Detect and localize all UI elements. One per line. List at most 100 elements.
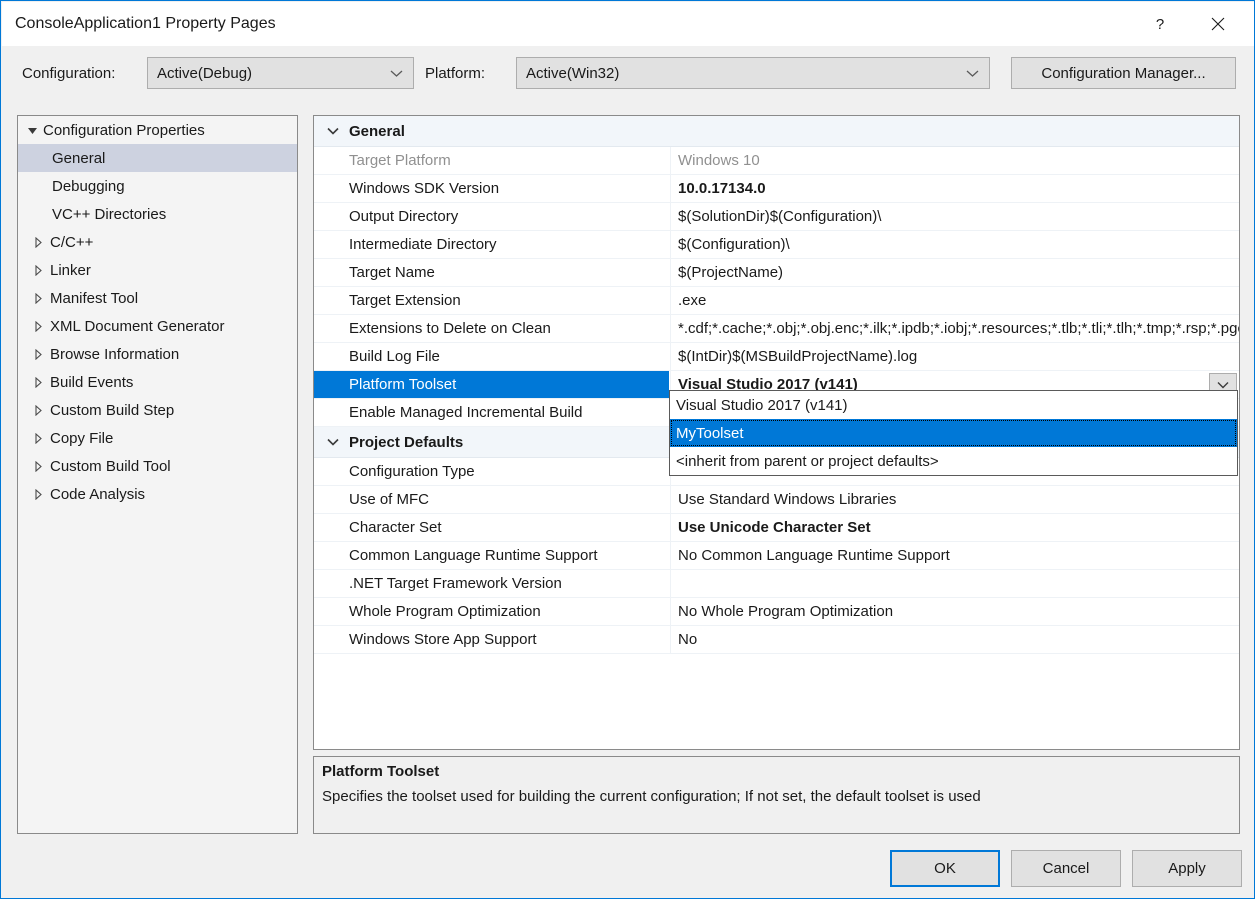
property-name: Extensions to Delete on Clean xyxy=(314,315,669,342)
triangle-down-icon[interactable] xyxy=(27,126,41,135)
property-row[interactable]: Whole Program OptimizationNo Whole Progr… xyxy=(314,598,1239,626)
property-row[interactable]: Build Log File$(IntDir)$(MSBuildProjectN… xyxy=(314,343,1239,371)
property-value[interactable] xyxy=(670,570,1239,597)
property-row[interactable]: Output Directory$(SolutionDir)$(Configur… xyxy=(314,203,1239,231)
property-value[interactable]: *.cdf;*.cache;*.obj;*.obj.enc;*.ilk;*.ip… xyxy=(670,315,1239,342)
sidebar-item-manifest-tool[interactable]: Manifest Tool xyxy=(18,284,297,312)
triangle-right-icon[interactable] xyxy=(34,349,48,360)
description-pane: Platform Toolset Specifies the toolset u… xyxy=(313,756,1240,834)
platform-value: Active(Win32) xyxy=(526,65,619,82)
ok-button[interactable]: OK xyxy=(890,850,1000,887)
chevron-down-icon[interactable] xyxy=(324,127,342,135)
property-value[interactable]: $(ProjectName) xyxy=(670,259,1239,286)
sidebar-item-custom-build-tool[interactable]: Custom Build Tool xyxy=(18,452,297,480)
property-value[interactable]: Use Standard Windows Libraries xyxy=(670,486,1239,513)
property-value[interactable]: $(IntDir)$(MSBuildProjectName).log xyxy=(670,343,1239,370)
cancel-button[interactable]: Cancel xyxy=(1011,850,1121,887)
dropdown-option[interactable]: MyToolset xyxy=(670,419,1237,447)
property-row[interactable]: Use of MFCUse Standard Windows Libraries xyxy=(314,486,1239,514)
sidebar-item-copy-file[interactable]: Copy File xyxy=(18,424,297,452)
sidebar-item-build-events[interactable]: Build Events xyxy=(18,368,297,396)
property-row[interactable]: Target Extension.exe xyxy=(314,287,1239,315)
sidebar-item-debugging[interactable]: Debugging xyxy=(18,172,297,200)
triangle-right-icon[interactable] xyxy=(34,237,48,248)
sidebar-item-label: Custom Build Step xyxy=(48,402,174,419)
sidebar-item-browse-information[interactable]: Browse Information xyxy=(18,340,297,368)
property-name: Build Log File xyxy=(314,343,669,370)
chevron-down-icon xyxy=(390,69,403,78)
sidebar-item-label: Browse Information xyxy=(48,346,179,363)
dropdown-option[interactable]: Visual Studio 2017 (v141) xyxy=(670,391,1237,419)
property-row[interactable]: Intermediate Directory$(Configuration)\ xyxy=(314,231,1239,259)
property-value[interactable]: $(SolutionDir)$(Configuration)\ xyxy=(670,203,1239,230)
apply-button[interactable]: Apply xyxy=(1132,850,1242,887)
property-row[interactable]: Target PlatformWindows 10 xyxy=(314,147,1239,175)
property-name: Target Platform xyxy=(314,147,669,174)
sidebar-item-label: Manifest Tool xyxy=(48,290,138,307)
sidebar-item-label: Custom Build Tool xyxy=(48,458,171,475)
property-name: Use of MFC xyxy=(314,486,669,513)
property-row[interactable]: Windows Store App SupportNo xyxy=(314,626,1239,654)
grid-section-title: General xyxy=(349,123,405,140)
sidebar-item-code-analysis[interactable]: Code Analysis xyxy=(18,480,297,508)
property-value[interactable]: .exe xyxy=(670,287,1239,314)
platform-select[interactable]: Active(Win32) xyxy=(516,57,990,89)
window-title: ConsoleApplication1 Property Pages xyxy=(15,15,276,33)
property-row[interactable]: Extensions to Delete on Clean*.cdf;*.cac… xyxy=(314,315,1239,343)
property-row[interactable]: Character SetUse Unicode Character Set xyxy=(314,514,1239,542)
property-row[interactable]: .NET Target Framework Version xyxy=(314,570,1239,598)
property-name: Character Set xyxy=(314,514,669,541)
property-value[interactable]: Use Unicode Character Set xyxy=(670,514,1239,541)
help-button[interactable]: ? xyxy=(1137,3,1183,45)
chevron-down-icon[interactable] xyxy=(324,438,342,446)
sidebar-item-label: Configuration Properties xyxy=(41,122,205,139)
triangle-right-icon[interactable] xyxy=(34,265,48,276)
property-value[interactable]: No Whole Program Optimization xyxy=(670,598,1239,625)
platform-toolset-dropdown-list[interactable]: Visual Studio 2017 (v141)MyToolset<inher… xyxy=(669,390,1238,476)
sidebar-item-c-c[interactable]: C/C++ xyxy=(18,228,297,256)
sidebar-item-vc-directories[interactable]: VC++ Directories xyxy=(18,200,297,228)
sidebar-item-label: General xyxy=(50,150,105,167)
triangle-right-icon[interactable] xyxy=(34,405,48,416)
grid-section-title: Project Defaults xyxy=(349,434,463,451)
dropdown-option[interactable]: <inherit from parent or project defaults… xyxy=(670,447,1237,475)
sidebar-item-label: XML Document Generator xyxy=(48,318,225,335)
triangle-right-icon[interactable] xyxy=(34,489,48,500)
sidebar-item-custom-build-step[interactable]: Custom Build Step xyxy=(18,396,297,424)
grid-section-header[interactable]: General xyxy=(314,116,1239,147)
triangle-right-icon[interactable] xyxy=(34,321,48,332)
sidebar-item-label: VC++ Directories xyxy=(50,206,166,223)
property-value[interactable]: Windows 10 xyxy=(670,147,1239,174)
property-value[interactable]: $(Configuration)\ xyxy=(670,231,1239,258)
configuration-select[interactable]: Active(Debug) xyxy=(147,57,414,89)
sidebar-item-label: Linker xyxy=(48,262,91,279)
triangle-right-icon[interactable] xyxy=(34,377,48,388)
sidebar-item-configuration-properties[interactable]: Configuration Properties xyxy=(18,116,297,144)
configuration-properties-tree[interactable]: Configuration Properties General Debugging… xyxy=(17,115,298,834)
triangle-right-icon[interactable] xyxy=(34,461,48,472)
property-name: Enable Managed Incremental Build xyxy=(314,399,669,426)
property-name: Common Language Runtime Support xyxy=(314,542,669,569)
triangle-right-icon[interactable] xyxy=(34,433,48,444)
title-bar: ConsoleApplication1 Property Pages ? xyxy=(2,2,1255,46)
property-row[interactable]: Common Language Runtime SupportNo Common… xyxy=(314,542,1239,570)
configuration-manager-button[interactable]: Configuration Manager... xyxy=(1011,57,1236,89)
property-row[interactable]: Windows SDK Version10.0.17134.0 xyxy=(314,175,1239,203)
property-value[interactable]: 10.0.17134.0 xyxy=(670,175,1239,202)
property-name: Platform Toolset xyxy=(314,371,669,398)
platform-label: Platform: xyxy=(425,65,485,82)
property-row[interactable]: Target Name$(ProjectName) xyxy=(314,259,1239,287)
sidebar-item-general[interactable]: General xyxy=(18,144,297,172)
sidebar-item-xml-document-generator[interactable]: XML Document Generator xyxy=(18,312,297,340)
configuration-label: Configuration: xyxy=(22,65,115,82)
sidebar-item-linker[interactable]: Linker xyxy=(18,256,297,284)
property-value[interactable]: No Common Language Runtime Support xyxy=(670,542,1239,569)
description-text: Specifies the toolset used for building … xyxy=(322,788,1231,805)
sidebar-item-label: Code Analysis xyxy=(48,486,145,503)
triangle-right-icon[interactable] xyxy=(34,293,48,304)
close-button[interactable] xyxy=(1195,3,1241,45)
sidebar-item-label: Debugging xyxy=(50,178,125,195)
property-name: Configuration Type xyxy=(314,458,669,485)
property-name: Windows SDK Version xyxy=(314,175,669,202)
property-value[interactable]: No xyxy=(670,626,1239,653)
